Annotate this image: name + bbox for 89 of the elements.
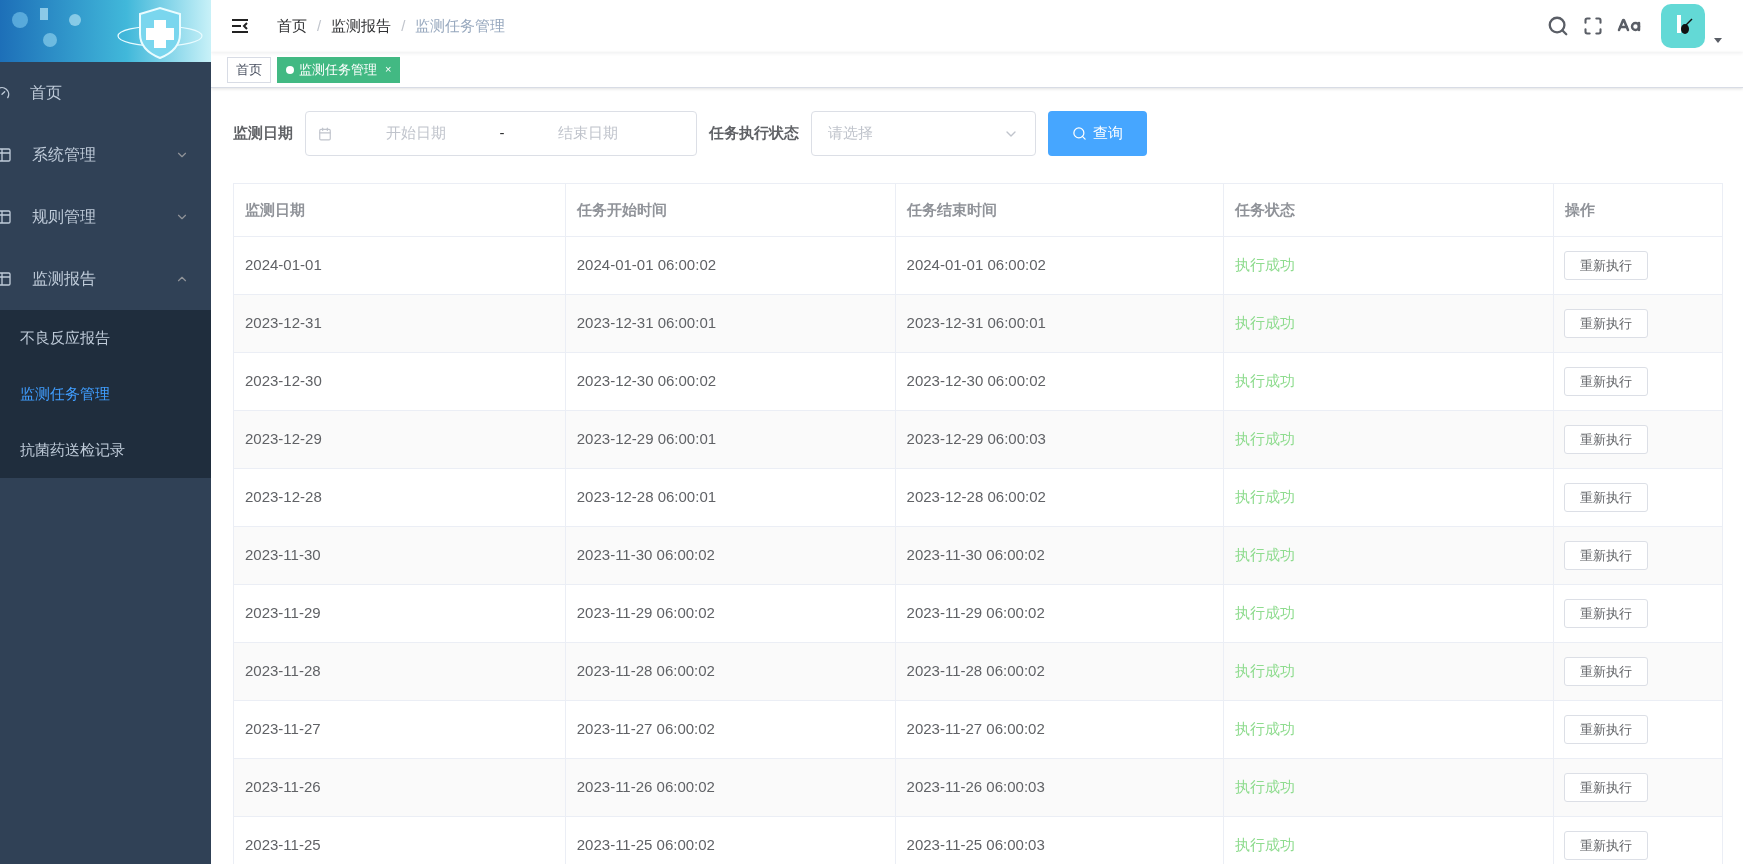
table-cell-text: 2023-12-30 06:00:02 xyxy=(576,371,717,392)
rerun-button[interactable]: 重新执行 xyxy=(1564,831,1649,860)
submenu-item[interactable]: 抗菌药送检记录 xyxy=(0,422,211,478)
calendar-icon xyxy=(318,126,332,141)
table-cell-text: 2023-11-29 xyxy=(245,603,321,624)
status-text: 执行成功 xyxy=(1235,487,1296,508)
table-cell-text: 2024-01-01 xyxy=(245,255,322,276)
rerun-button[interactable]: 重新执行 xyxy=(1564,715,1649,744)
search-icon xyxy=(1072,126,1087,141)
column-header: 任务结束时间 xyxy=(906,199,997,220)
column-header: 任务开始时间 xyxy=(576,199,667,220)
table-cell-text: 2023-12-29 06:00:03 xyxy=(906,429,1046,450)
filter-label: 任务执行状态 xyxy=(709,123,799,144)
table-cell-text: 2023-11-30 xyxy=(245,545,321,566)
breadcrumb-item: 监测任务管理 xyxy=(415,15,506,36)
table-cell-text: 2023-11-26 06:00:03 xyxy=(906,777,1045,798)
table-cell-text: 2023-12-29 xyxy=(245,429,322,450)
fullscreen-icon[interactable] xyxy=(1583,16,1603,36)
table-cell-text: 2023-12-30 06:00:02 xyxy=(906,371,1046,392)
table-cell-text: 2023-12-28 06:00:02 xyxy=(906,487,1046,508)
menu-icon[interactable] xyxy=(231,18,249,34)
status-text: 执行成功 xyxy=(1235,429,1296,450)
table-cell-text: 2023-11-29 06:00:02 xyxy=(906,603,1045,624)
table-cell-text: 2023-11-30 06:00:02 xyxy=(906,545,1045,566)
rerun-button[interactable]: 重新执行 xyxy=(1564,367,1649,396)
column-header: 任务状态 xyxy=(1235,199,1296,220)
table-cell-text: 2023-12-31 06:00:01 xyxy=(906,313,1046,334)
end-date-placeholder: 结束日期 xyxy=(557,123,619,144)
status-text: 执行成功 xyxy=(1235,835,1296,856)
table-cell-text: 2024-01-01 06:00:02 xyxy=(906,255,1046,276)
breadcrumb-separator: / xyxy=(317,15,322,36)
table-cell-text: 2023-11-28 06:00:02 xyxy=(906,661,1045,682)
rerun-button[interactable]: 重新执行 xyxy=(1564,541,1649,570)
sidebar-item[interactable]: 首页 xyxy=(0,62,211,124)
status-text: 执行成功 xyxy=(1235,719,1296,740)
submenu-item[interactable]: 不良反应报告 xyxy=(0,310,211,366)
avatar[interactable] xyxy=(1661,4,1705,48)
table-cell-text: 2023-11-25 06:00:03 xyxy=(906,835,1045,856)
rerun-button[interactable]: 重新执行 xyxy=(1564,425,1649,454)
status-text: 执行成功 xyxy=(1235,313,1296,334)
table-cell-text: 2023-12-31 06:00:01 xyxy=(576,313,717,334)
caret-icon[interactable] xyxy=(1713,38,1723,44)
submenu-item[interactable]: 监测任务管理 xyxy=(0,366,211,422)
status-text: 执行成功 xyxy=(1235,661,1296,682)
table-cell-text: 2023-12-31 xyxy=(245,313,322,334)
table-cell-text: 2023-11-28 06:00:02 xyxy=(576,661,715,682)
table-cell-text: 2023-11-25 06:00:02 xyxy=(576,835,715,856)
status-text: 执行成功 xyxy=(1235,603,1296,624)
table-icon xyxy=(0,209,12,225)
status-text: 执行成功 xyxy=(1235,371,1296,392)
table-cell-text: 2023-12-29 06:00:01 xyxy=(576,429,717,450)
table-cell-text: 2023-11-27 06:00:02 xyxy=(576,719,715,740)
breadcrumb-separator: / xyxy=(401,15,406,36)
table-icon xyxy=(0,271,12,287)
breadcrumb-item[interactable]: 监测报告 xyxy=(331,14,392,38)
table-cell-text: 2023-12-30 xyxy=(245,371,322,392)
rerun-button[interactable]: 重新执行 xyxy=(1564,251,1649,280)
table-cell-text: 2023-12-28 06:00:01 xyxy=(576,487,717,508)
start-date-placeholder: 开始日期 xyxy=(385,123,447,144)
search-icon[interactable] xyxy=(1547,15,1569,37)
date-range-field[interactable]: 开始日期 - 结束日期 xyxy=(305,111,697,156)
tag-tab[interactable]: 首页 xyxy=(227,56,271,83)
rerun-button[interactable]: 重新执行 xyxy=(1564,599,1649,628)
table-cell-text: 2023-11-26 xyxy=(245,777,321,798)
sidebar-item[interactable]: 系统管理 xyxy=(0,124,211,186)
sidebar-item[interactable]: 监测报告 xyxy=(0,248,211,310)
table-cell-text: 2023-11-27 xyxy=(245,719,321,740)
column-header: 监测日期 xyxy=(245,199,305,220)
table-cell-text: 2023-12-28 xyxy=(245,487,322,508)
rerun-button[interactable]: 重新执行 xyxy=(1564,309,1649,338)
status-text: 执行成功 xyxy=(1235,545,1296,566)
table-cell-text: 2024-01-01 06:00:02 xyxy=(576,255,717,276)
table-icon xyxy=(0,147,12,163)
status-text: 执行成功 xyxy=(1235,777,1296,798)
rerun-button[interactable]: 重新执行 xyxy=(1564,773,1649,802)
table-cell-text: 2023-11-29 06:00:02 xyxy=(576,603,715,624)
range-separator: - xyxy=(498,123,506,144)
table-cell-text: 2023-11-27 06:00:02 xyxy=(906,719,1045,740)
column-header: 操作 xyxy=(1565,199,1596,220)
filter-label: 监测日期 xyxy=(233,123,293,144)
breadcrumb-item[interactable]: 首页 xyxy=(277,14,307,38)
table-cell-text: 2023-11-30 06:00:02 xyxy=(576,545,715,566)
rerun-button[interactable]: 重新执行 xyxy=(1564,657,1649,686)
table-cell-text: 2023-11-28 xyxy=(245,661,321,682)
sidebar-item[interactable]: 规则管理 xyxy=(0,186,211,248)
table-cell-text: 2023-11-25 xyxy=(245,835,321,856)
rerun-button[interactable]: 重新执行 xyxy=(1564,483,1649,512)
table-cell-text: 2023-11-26 06:00:02 xyxy=(576,777,715,798)
status-text: 执行成功 xyxy=(1235,255,1296,276)
